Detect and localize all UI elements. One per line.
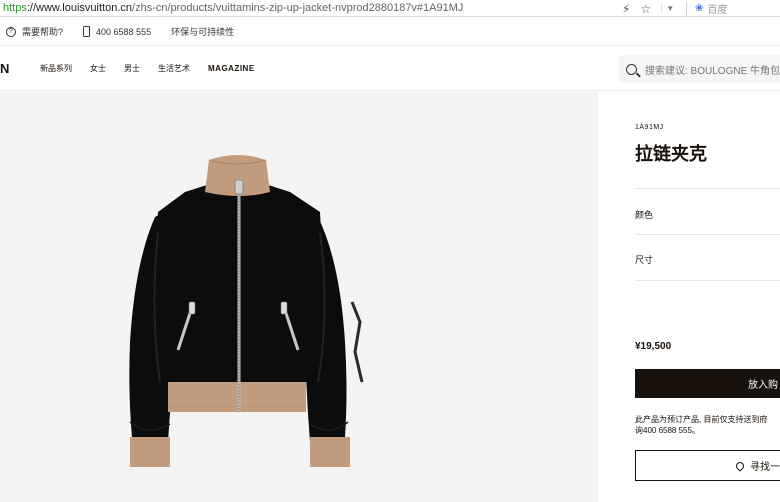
divider: [635, 234, 780, 235]
notice-line-2: 询400 6588 555。: [635, 426, 700, 435]
size-selector[interactable]: 尺寸: [635, 253, 653, 266]
sustainability-link[interactable]: 环保与可持续性: [171, 25, 234, 38]
left-cuff: [130, 437, 170, 467]
jacket-illustration: [129, 155, 364, 467]
phone-label: 400 6588 555: [96, 26, 152, 37]
search-icon: [626, 63, 637, 75]
product-title: 拉链夹克: [635, 144, 707, 164]
star-icon[interactable]: ☆: [640, 2, 651, 16]
baidu-paw-icon: ❀: [695, 3, 704, 14]
product-price: ¥19,500: [635, 341, 672, 352]
logo[interactable]: N: [0, 61, 16, 76]
find-in-store-button[interactable]: 寻找一: [635, 450, 780, 481]
url-host: ://www.louisvuitton.cn: [26, 2, 133, 14]
notice-line-1: 此产品为预订产品, 目前仅支持送到府: [635, 415, 768, 424]
find-in-store-label: 寻找一: [750, 462, 780, 473]
dropdown-icon[interactable]: ▼: [661, 4, 674, 13]
divider: [635, 280, 780, 281]
nav-item-magazine[interactable]: MAGAZINE: [208, 64, 255, 73]
nav-item-living[interactable]: 生活艺术: [158, 63, 190, 74]
bolt-icon[interactable]: ⚡: [622, 2, 630, 16]
url-scheme: https: [3, 2, 27, 14]
phone-icon: [83, 26, 91, 37]
preorder-notice: 此产品为预订产品, 目前仅支持送到府 询400 6588 555。: [635, 414, 780, 436]
product-image[interactable]: [0, 92, 598, 502]
nav-item-men[interactable]: 男士: [124, 63, 140, 74]
product-sku: 1A91MJ: [635, 124, 664, 131]
search-placeholder: 搜索建议: BOULOGNE 牛角包: [645, 65, 780, 77]
right-cuff: [310, 437, 350, 467]
browser-address-bar: https://www.louisvuitton.cn/zhs-cn/produ…: [0, 0, 780, 17]
location-pin-icon: [734, 459, 746, 472]
browser-search-placeholder: 百度: [707, 5, 728, 16]
nav-item-new[interactable]: 新品系列: [40, 63, 72, 74]
help-label: 需要帮助?: [22, 27, 64, 37]
product-panel: 1A91MJ 拉链夹克 颜色 尺寸 ¥19,500 放入购 此产品为预订产品, …: [599, 92, 780, 502]
add-to-cart-button[interactable]: 放入购: [635, 369, 780, 398]
add-to-cart-label: 放入购: [748, 380, 778, 391]
phone-link[interactable]: 400 6588 555: [83, 26, 151, 37]
utility-bar: ? 需要帮助? 400 6588 555 环保与可持续性: [0, 18, 780, 46]
nav-item-women[interactable]: 女士: [90, 63, 106, 74]
search-input[interactable]: 搜索建议: BOULOGNE 牛角包: [618, 55, 780, 83]
help-icon: ?: [6, 26, 16, 37]
color-selector[interactable]: 颜色: [635, 208, 653, 221]
url-field[interactable]: https://www.louisvuitton.cn/zhs-cn/produ…: [0, 2, 520, 14]
browser-search[interactable]: ❀ 百度: [686, 1, 780, 16]
help-link[interactable]: ? 需要帮助?: [6, 25, 63, 38]
url-path: /zhs-cn/products/vuittamins-zip-up-jacke…: [132, 2, 464, 14]
waistband: [168, 382, 306, 412]
sustainability-label: 环保与可持续性: [171, 27, 235, 37]
main-nav: N 新品系列 女士 男士 生活艺术 MAGAZINE 搜索建议: BOULOGN…: [0, 47, 780, 91]
divider: [635, 188, 780, 189]
